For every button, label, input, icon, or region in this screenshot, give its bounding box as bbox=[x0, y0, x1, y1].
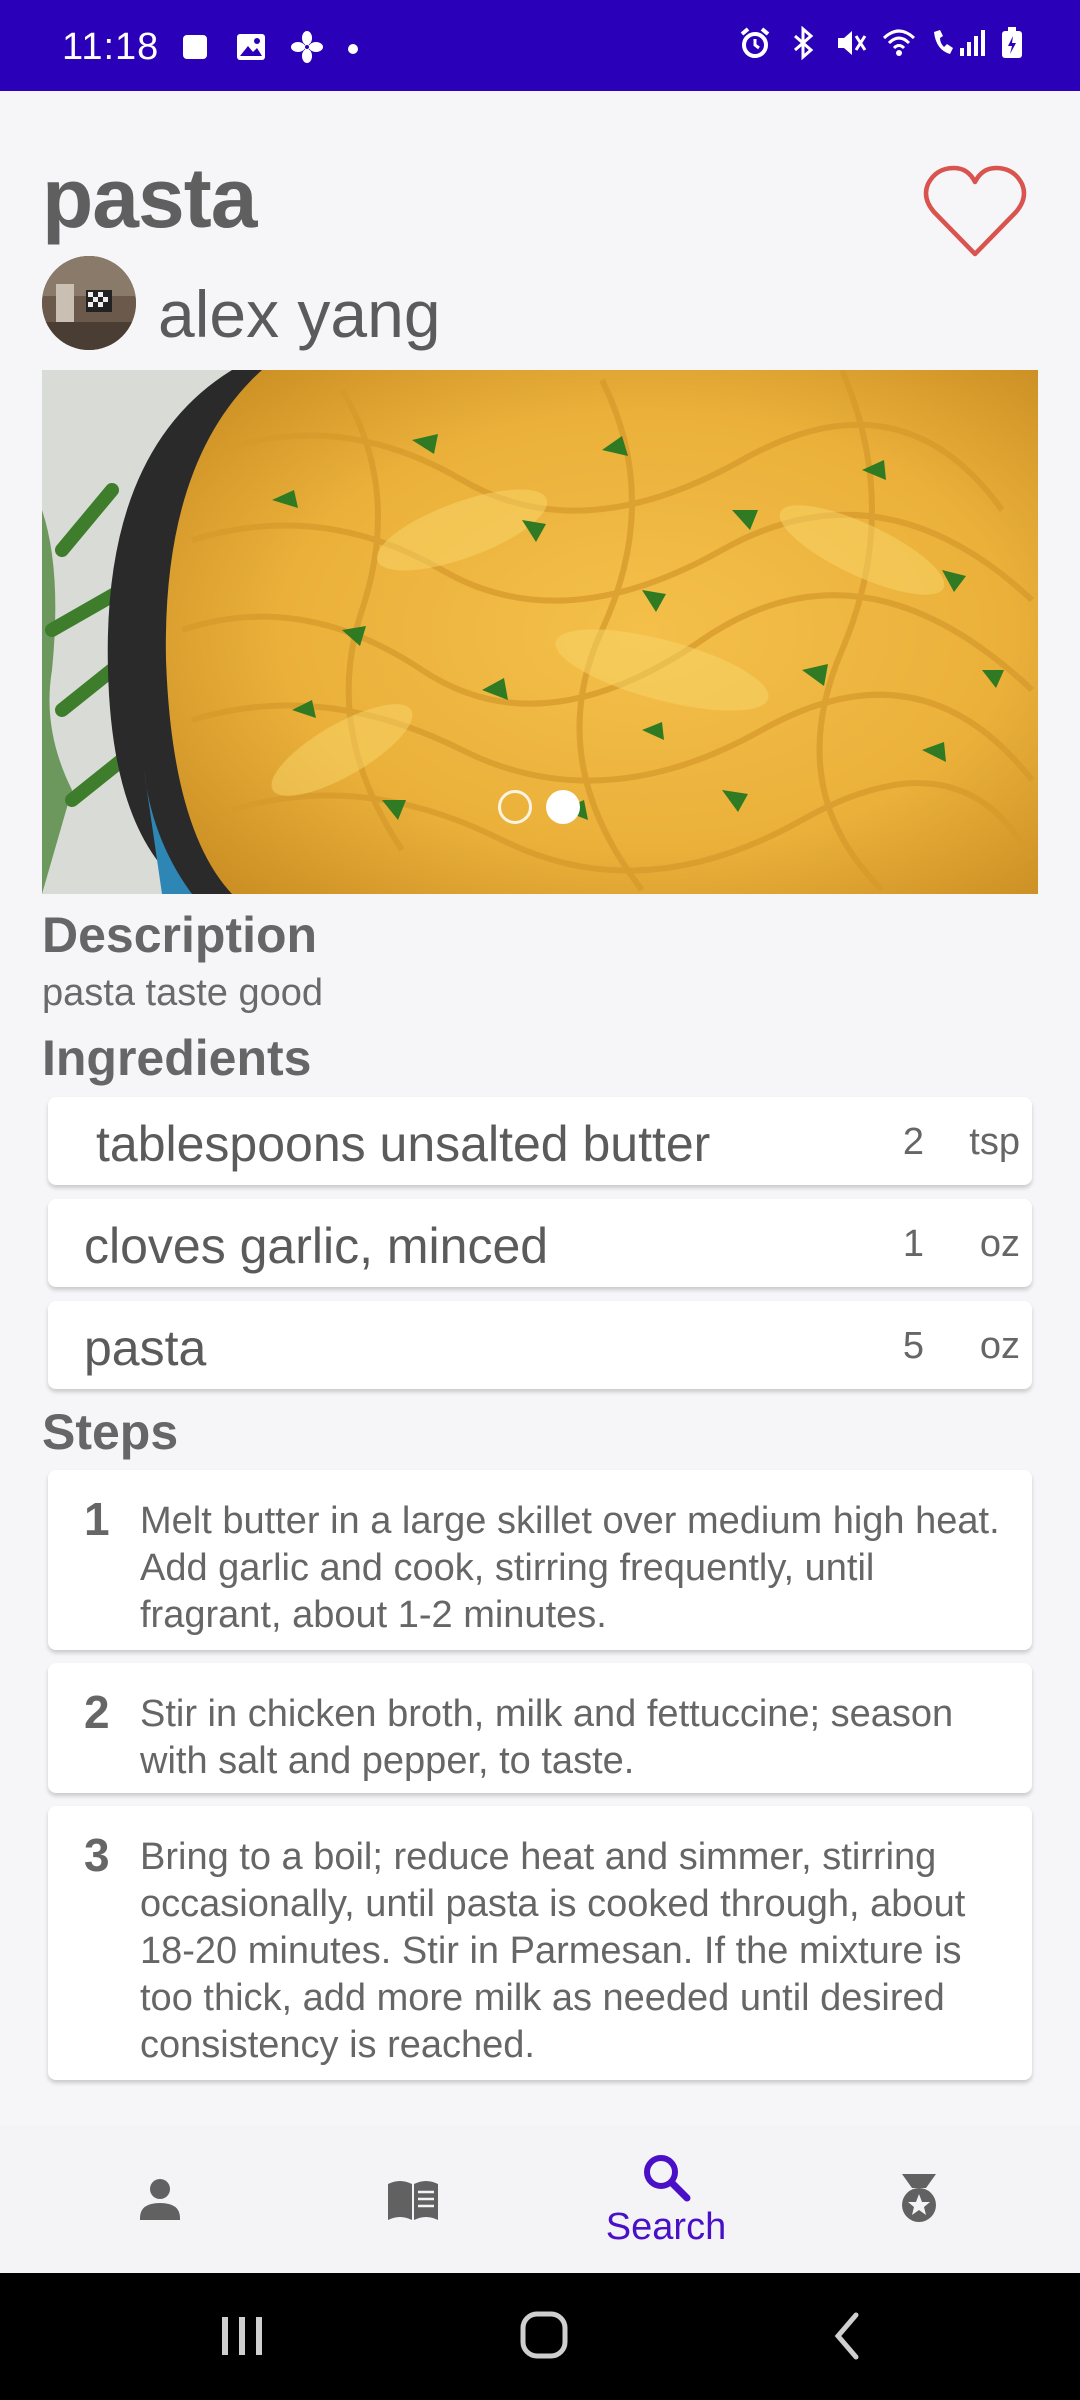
image-icon bbox=[237, 34, 265, 60]
step-card[interactable]: 1 Melt butter in a large skillet over me… bbox=[48, 1470, 1032, 1650]
ingredient-unit: oz bbox=[979, 1223, 1020, 1265]
recents-icon[interactable] bbox=[212, 2311, 272, 2361]
recipe-image-carousel[interactable] bbox=[42, 370, 1038, 894]
battery-icon bbox=[1002, 27, 1022, 58]
ingredient-unit: oz bbox=[979, 1325, 1020, 1367]
steps-heading: Steps bbox=[42, 1404, 179, 1460]
nav-awards[interactable] bbox=[784, 2125, 1054, 2273]
carousel-dot-2[interactable] bbox=[546, 790, 580, 824]
status-time: 11:18 bbox=[62, 26, 160, 68]
step-number: 3 bbox=[84, 1829, 110, 1881]
nav-search-label: Search bbox=[605, 2205, 727, 2248]
person-icon bbox=[140, 2179, 180, 2220]
author-avatar[interactable] bbox=[42, 256, 136, 350]
step-number: 1 bbox=[84, 1493, 110, 1545]
step-card[interactable]: 3 Bring to a boil; reduce heat and simme… bbox=[48, 1806, 1032, 2080]
dot-icon bbox=[348, 44, 358, 54]
wifi-icon bbox=[882, 29, 916, 56]
ingredient-qty: 2 bbox=[902, 1121, 924, 1163]
description-text: pasta taste good bbox=[42, 972, 323, 1014]
ingredient-row[interactable]: tablespoons unsalted butter 2 tsp bbox=[48, 1097, 1032, 1185]
nav-profile[interactable] bbox=[25, 2125, 295, 2273]
book-icon bbox=[388, 2181, 438, 2220]
award-icon bbox=[902, 2174, 936, 2222]
nav-search[interactable]: Search bbox=[531, 2125, 801, 2273]
fan-icon bbox=[291, 31, 323, 63]
carousel-indicator bbox=[498, 790, 580, 824]
ingredient-row[interactable]: pasta 5 oz bbox=[48, 1301, 1032, 1389]
recipe-title: pasta bbox=[42, 151, 257, 245]
ingredient-qty: 5 bbox=[902, 1325, 924, 1367]
ingredient-name: pasta bbox=[84, 1320, 207, 1376]
system-navigation-bar bbox=[0, 2273, 1080, 2400]
carousel-dot-1[interactable] bbox=[498, 790, 532, 824]
home-icon[interactable] bbox=[514, 2311, 574, 2361]
ingredient-name: cloves garlic, minced bbox=[84, 1218, 549, 1274]
step-number: 2 bbox=[84, 1686, 110, 1738]
step-card[interactable]: 2 Stir in chicken broth, milk and fettuc… bbox=[48, 1663, 1032, 1793]
search-icon bbox=[644, 2154, 691, 2201]
ingredient-name: tablespoons unsalted butter bbox=[96, 1116, 711, 1172]
step-text: Melt butter in a large skillet over medi… bbox=[140, 1500, 1000, 1636]
bluetooth-icon bbox=[794, 26, 814, 60]
stop-icon bbox=[183, 35, 207, 59]
ingredient-unit: tsp bbox=[969, 1121, 1020, 1163]
ingredient-qty: 1 bbox=[902, 1223, 924, 1265]
description-heading: Description bbox=[42, 907, 318, 963]
bottom-navigation: Search bbox=[0, 2125, 1080, 2273]
alarm-icon bbox=[740, 27, 770, 58]
favorite-heart-icon[interactable] bbox=[920, 162, 1030, 262]
nav-recipes[interactable] bbox=[278, 2125, 548, 2273]
ingredient-row[interactable]: cloves garlic, minced 1 oz bbox=[48, 1199, 1032, 1287]
status-bar: 11:18 bbox=[0, 0, 1080, 91]
step-text: Stir in chicken broth, milk and fettucci… bbox=[140, 1693, 954, 1782]
step-text: Bring to a boil; reduce heat and simmer,… bbox=[140, 1836, 966, 2066]
author-name[interactable]: alex yang bbox=[158, 276, 441, 352]
back-icon[interactable] bbox=[818, 2311, 878, 2361]
ingredients-heading: Ingredients bbox=[42, 1030, 312, 1086]
call-signal-icon bbox=[934, 30, 985, 56]
mute-icon bbox=[838, 31, 867, 55]
